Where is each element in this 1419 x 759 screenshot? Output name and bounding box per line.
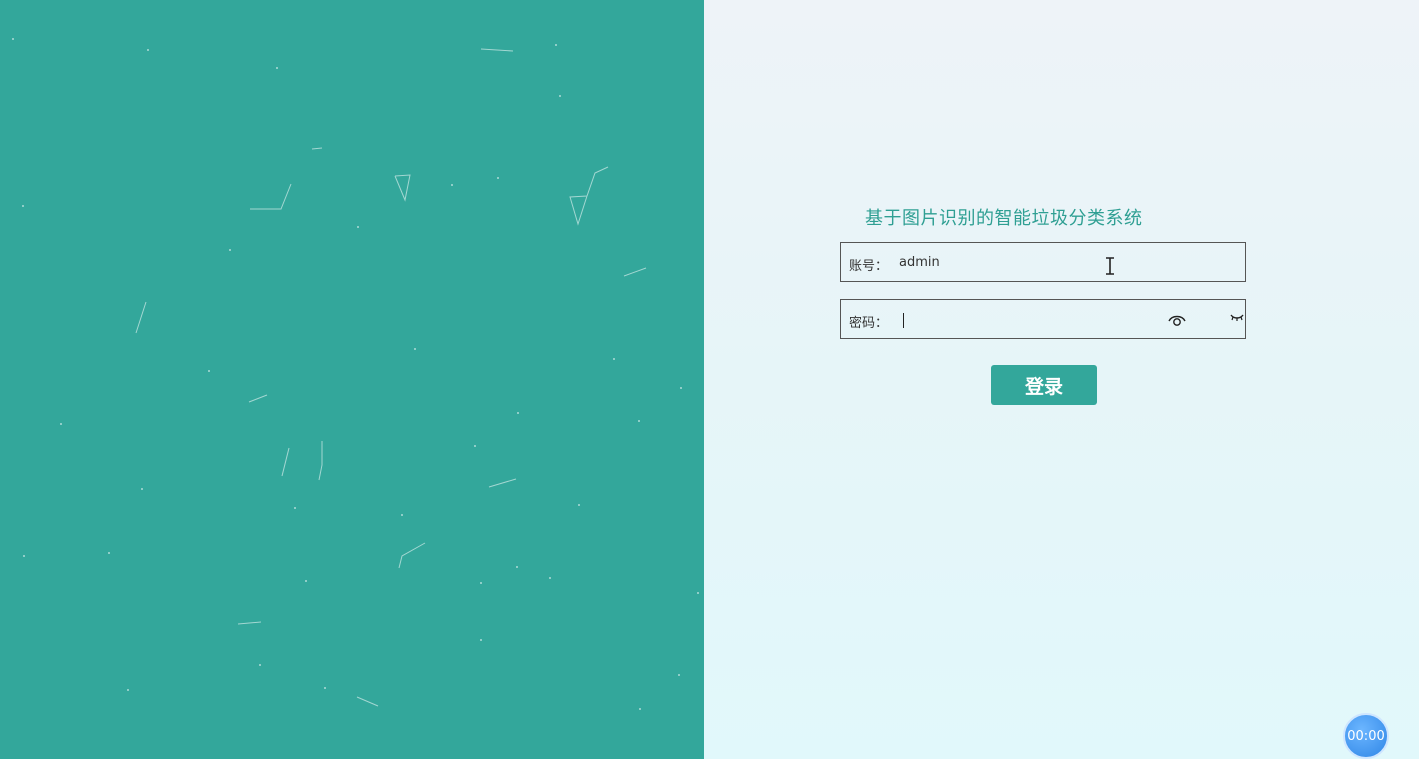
- system-title: 基于图片识别的智能垃圾分类系统: [865, 208, 1143, 229]
- login-page: 基于图片识别的智能垃圾分类系统 账号： 密码： 登录 00:00: [0, 0, 1419, 759]
- login-panel: 基于图片识别的智能垃圾分类系统 账号： 密码： 登录 00:00: [704, 0, 1419, 759]
- password-input[interactable]: [899, 308, 1149, 330]
- particle-background-panel: [0, 0, 704, 759]
- account-field[interactable]: 账号：: [840, 242, 1246, 282]
- eye-icon[interactable]: [1168, 313, 1186, 327]
- account-label: 账号：: [849, 259, 889, 274]
- text-cursor-icon: [1106, 257, 1114, 275]
- password-label: 密码：: [849, 316, 889, 331]
- particle-animation: [12, 38, 699, 710]
- password-field[interactable]: 密码：: [840, 299, 1246, 339]
- login-button[interactable]: 登录: [991, 365, 1097, 405]
- input-caret: [903, 313, 904, 328]
- timer-badge[interactable]: 00:00: [1343, 713, 1389, 759]
- eye-closed-icon[interactable]: [1230, 312, 1244, 322]
